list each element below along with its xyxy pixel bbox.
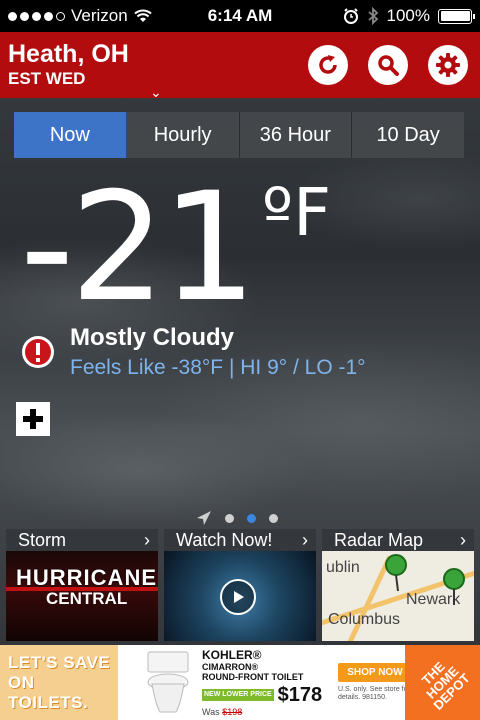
refresh-button[interactable] — [308, 45, 348, 85]
ad-headline: LET'S SAVE ON TOILETS. — [0, 645, 118, 720]
ad-headline-line1: LET'S SAVE — [8, 652, 111, 672]
page-indicator — [196, 510, 278, 526]
play-button[interactable] — [220, 579, 256, 615]
radar-map-thumbnail: ublin Newark Columbus — [322, 551, 474, 641]
city-name: Heath, OH — [8, 40, 129, 68]
tab-10-day[interactable]: 10 Day — [352, 112, 464, 158]
condition-text: Mostly Cloudy — [70, 324, 235, 351]
wifi-icon — [134, 9, 152, 22]
map-label: Columbus — [328, 611, 401, 628]
chevron-right-icon: › — [144, 529, 150, 550]
chevron-right-icon: › — [302, 529, 308, 550]
current-temperature: -21 — [20, 161, 257, 335]
watch-now-card[interactable]: Watch Now! › — [164, 529, 316, 641]
page-dot-active[interactable] — [247, 513, 256, 523]
settings-button[interactable] — [428, 45, 468, 85]
add-button[interactable] — [16, 402, 50, 436]
tab-36-hour[interactable]: 36 Hour — [240, 112, 353, 158]
map-pin-icon — [385, 554, 407, 592]
temperature-unit: ºF — [262, 174, 332, 251]
location-selector[interactable]: Heath, OH EST WED — [0, 40, 200, 90]
was-label: Was — [202, 706, 220, 717]
ad-brand: KOHLER® — [202, 647, 262, 662]
new-lower-price-badge: NEW LOWER PRICE — [202, 689, 274, 701]
alert-icon[interactable] — [20, 334, 56, 370]
storm-card[interactable]: Storm › HURRICANE CENTRAL — [6, 529, 158, 641]
map-pin-icon — [443, 568, 465, 605]
advertisement-banner[interactable]: LET'S SAVE ON TOILETS. KOHLER® CIMARRON®… — [0, 645, 480, 720]
play-icon — [234, 591, 244, 603]
was-price-value: $198 — [222, 706, 243, 717]
search-button[interactable] — [368, 45, 408, 85]
tab-hourly[interactable]: Hourly — [127, 112, 240, 158]
toilet-image — [147, 651, 189, 712]
status-bar: Verizon 6:14 AM 100% — [0, 0, 480, 32]
battery-percent: 100% — [386, 6, 430, 25]
battery-icon — [438, 8, 475, 24]
feature-cards: Storm › HURRICANE CENTRAL Watch Now! › R… — [6, 529, 474, 641]
feels-like-details: Feels Like -38°F | HI 9° / LO -1° — [70, 356, 366, 379]
signal-strength-icon — [8, 11, 65, 21]
plus-icon — [23, 409, 43, 429]
timezone-label: EST WED — [8, 69, 86, 88]
card-title: Storm — [18, 529, 67, 550]
clock: 6:14 AM — [207, 6, 273, 25]
chevron-right-icon: › — [460, 529, 466, 550]
tab-now[interactable]: Now — [14, 112, 127, 158]
chevron-down-icon[interactable]: ⌄ — [150, 84, 162, 101]
ad-was-price: Was $198 — [202, 707, 332, 717]
ad-product-info: KOHLER® CIMARRON® ROUND-FRONT TOILET NEW… — [202, 647, 332, 717]
ad-price: $178 — [277, 683, 323, 706]
bluetooth-icon — [367, 7, 378, 25]
ad-model-desc: ROUND-FRONT TOILET — [202, 671, 304, 682]
card-title: Watch Now! — [176, 529, 273, 550]
gear-icon — [436, 53, 460, 77]
central-label: CENTRAL — [46, 589, 128, 608]
video-thumbnail — [164, 551, 316, 641]
page-dot[interactable] — [225, 513, 234, 523]
hurricane-label: HURRICANE — [16, 565, 157, 590]
card-title: Radar Map — [334, 529, 424, 550]
location-arrow-icon — [197, 511, 211, 525]
carrier-name: Verizon — [71, 6, 128, 25]
refresh-icon — [319, 55, 337, 74]
hurricane-central-thumbnail: HURRICANE CENTRAL — [6, 551, 158, 641]
ad-headline-line2: ON TOILETS. — [8, 672, 89, 712]
radar-map-card[interactable]: Radar Map › ublin Newark Columbus — [322, 529, 474, 641]
alarm-clock-icon — [343, 8, 358, 24]
map-label: ublin — [326, 559, 360, 576]
location-header: Heath, OH EST WED ⌄ — [0, 32, 480, 101]
home-depot-logo: THE HOME DEPOT — [405, 645, 480, 720]
ad-model: CIMARRON® — [202, 661, 259, 672]
page-dot[interactable] — [269, 513, 278, 523]
forecast-tabs: Now Hourly 36 Hour 10 Day — [14, 112, 464, 158]
search-icon — [378, 55, 399, 76]
